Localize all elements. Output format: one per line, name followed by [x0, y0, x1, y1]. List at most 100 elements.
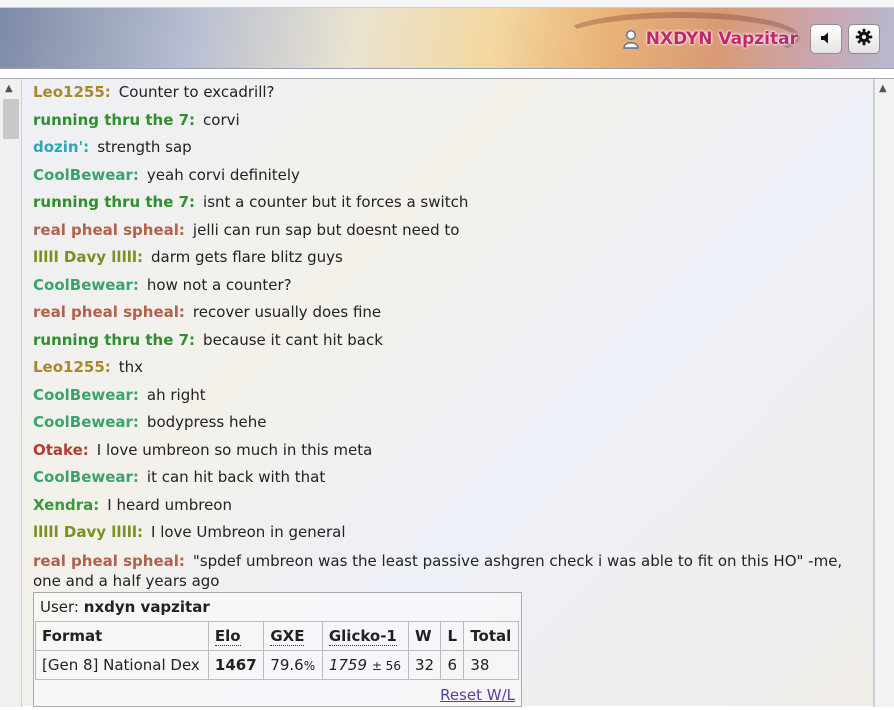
chat-text: I love umbreon so much in this meta [96, 440, 373, 459]
cell-total: 38 [463, 650, 519, 680]
chat-message: dozin': strength sap [33, 134, 853, 162]
cell-glicko-value: 1759 [328, 656, 368, 674]
col-w: W [407, 621, 442, 651]
reset-wl-link[interactable]: Reset W/L [440, 686, 515, 704]
cell-w: 32 [407, 650, 442, 680]
chat-username[interactable]: Leo1255: [33, 358, 111, 376]
chat-message: real pheal spheal: jelli can run sap but … [33, 217, 853, 245]
chat-message: running thru the 7: because it cant hit b… [33, 327, 853, 355]
chat-username[interactable]: CoolBewear: [33, 413, 139, 431]
cell-glicko: 1759 ± 56 [321, 650, 410, 680]
chat-username[interactable]: Otake: [33, 441, 89, 459]
cell-l: 6 [440, 650, 465, 680]
chat-text: recover usually does fine [192, 303, 382, 321]
col-format: Format [35, 621, 209, 651]
stats-header-row: Format Elo GXE Glicko-1 W L Total [35, 621, 519, 651]
chat-text: ah right [146, 385, 206, 404]
col-gxe: GXE [263, 621, 323, 651]
col-elo-label: Elo [214, 627, 241, 646]
chat-message: Xendra: I heard umbreon [33, 492, 853, 520]
cell-glicko-dev: ± 56 [371, 659, 401, 673]
chat-text: I love Umbreon in general [151, 523, 346, 541]
left-scrollbar[interactable]: ▲ [0, 79, 22, 707]
chat-username[interactable]: running thru the 7: [33, 331, 195, 349]
chat-text: Counter to excadrill? [118, 83, 275, 101]
chat-text: thx [118, 358, 144, 376]
chat-message: CoolBewear: yeah corvi definitely [33, 162, 853, 190]
chat-text: darm gets flare blitz guys [151, 248, 343, 266]
chat-message: real pheal spheal: recover usually does f… [33, 299, 853, 327]
chat-username[interactable]: Leo1255: [33, 83, 111, 101]
chat-username[interactable]: running thru the 7: [33, 193, 195, 211]
message-list: Leo1255: Counter to excadrill? running thr… [33, 79, 853, 594]
reset-row: Reset W/L [34, 680, 521, 708]
cell-gxe-value: 79.6 [270, 656, 304, 674]
sound-button[interactable] [810, 24, 842, 54]
chat-username[interactable]: real pheal spheal: [33, 221, 185, 239]
chat-username[interactable]: Xendra: [33, 496, 99, 514]
chat-text: yeah corvi definitely [146, 165, 300, 184]
chat-username[interactable]: lllll Davy lllll: [33, 248, 143, 266]
user-bar: NXDYN Vapzitar [622, 23, 880, 55]
user-stats-box: User: nxdyn vapzitar Format Elo GXE Glic… [33, 592, 522, 707]
chat-message: real pheal spheal: "spdef umbreon was the… [33, 547, 853, 594]
stats-user-line: User: nxdyn vapzitar [34, 593, 521, 621]
cell-gxe-unit: % [303, 659, 316, 673]
chat-message: CoolBewear: bodypress hehe [33, 409, 853, 437]
chat-username[interactable]: real pheal spheal: [33, 552, 185, 570]
chat-text: I heard umbreon [107, 495, 232, 514]
header-bar: NXDYN Vapzitar [0, 0, 894, 69]
stats-table: Format Elo GXE Glicko-1 W L Total [Gen 8… [35, 621, 519, 680]
stats-user-label: User: [40, 598, 79, 616]
chat-text: strength sap [97, 138, 192, 156]
speaker-icon [819, 30, 833, 49]
chat-message: CoolBewear: ah right [33, 382, 853, 410]
chat-message: running thru the 7: corvi [33, 107, 853, 135]
user-icon [622, 29, 640, 49]
chat-message: CoolBewear: it can hit back with that [33, 464, 853, 492]
cell-format: [Gen 8] National Dex [35, 650, 209, 680]
col-glicko: Glicko-1 [321, 621, 410, 651]
chat-username[interactable]: real pheal spheal: [33, 303, 185, 321]
col-l: L [440, 621, 465, 651]
col-elo: Elo [207, 621, 265, 651]
settings-button[interactable] [848, 24, 880, 54]
chat-message: CoolBewear: how not a counter? [33, 272, 853, 300]
header-username[interactable]: NXDYN Vapzitar [646, 29, 798, 49]
chat-message: Leo1255: thx [33, 354, 853, 382]
header-top-stripe [0, 0, 894, 8]
chat-username[interactable]: CoolBewear: [33, 166, 139, 184]
chat-text: jelli can run sap but doesnt need to [192, 220, 460, 239]
chat-text: bodypress hehe [146, 413, 267, 431]
chat-message: lllll Davy lllll: darm gets flare blitz g… [33, 244, 853, 272]
chat-username[interactable]: running thru the 7: [33, 111, 195, 129]
col-glicko-label: Glicko-1 [328, 627, 397, 646]
table-row: [Gen 8] National Dex 1467 79.6% 1759 ± 5… [35, 650, 519, 680]
chat-text: how not a counter? [146, 275, 292, 294]
chat-message: lllll Davy lllll: I love Umbreon in gener… [33, 519, 853, 547]
gear-icon [855, 28, 873, 50]
chat-username[interactable]: CoolBewear: [33, 468, 139, 486]
chat-text: because it cant hit back [203, 330, 383, 349]
chat-username[interactable]: CoolBewear: [33, 276, 139, 294]
chat-text: corvi [203, 110, 240, 129]
chat-message: Leo1255: Counter to excadrill? [33, 79, 853, 107]
scrollbar-thumb[interactable] [3, 99, 19, 139]
chat-message: Otake: I love umbreon so much in this met… [33, 437, 853, 465]
right-scrollbar[interactable]: ▲ [874, 79, 894, 707]
scroll-up-arrow-icon[interactable]: ▲ [5, 83, 13, 94]
scroll-up-arrow-icon[interactable]: ▲ [879, 83, 887, 94]
cell-elo-value: 1467 [214, 656, 257, 674]
chat-username[interactable]: CoolBewear: [33, 386, 139, 404]
stats-user-name: nxdyn vapzitar [83, 598, 210, 616]
cell-gxe: 79.6% [263, 650, 323, 680]
col-total: Total [463, 621, 519, 651]
chat-username[interactable]: lllll Davy lllll: [33, 523, 143, 541]
chat-text: it can hit back with that [146, 468, 326, 486]
chat-message: running thru the 7: isnt a counter but it… [33, 189, 853, 217]
chat-log[interactable]: ▲ ▲ Leo1255: Counter to excadrill? running… [0, 78, 894, 707]
cell-elo: 1467 [207, 650, 265, 680]
chat-username[interactable]: dozin': [33, 138, 89, 156]
chat-text: isnt a counter but it forces a switch [203, 193, 469, 211]
col-gxe-label: GXE [270, 627, 305, 646]
